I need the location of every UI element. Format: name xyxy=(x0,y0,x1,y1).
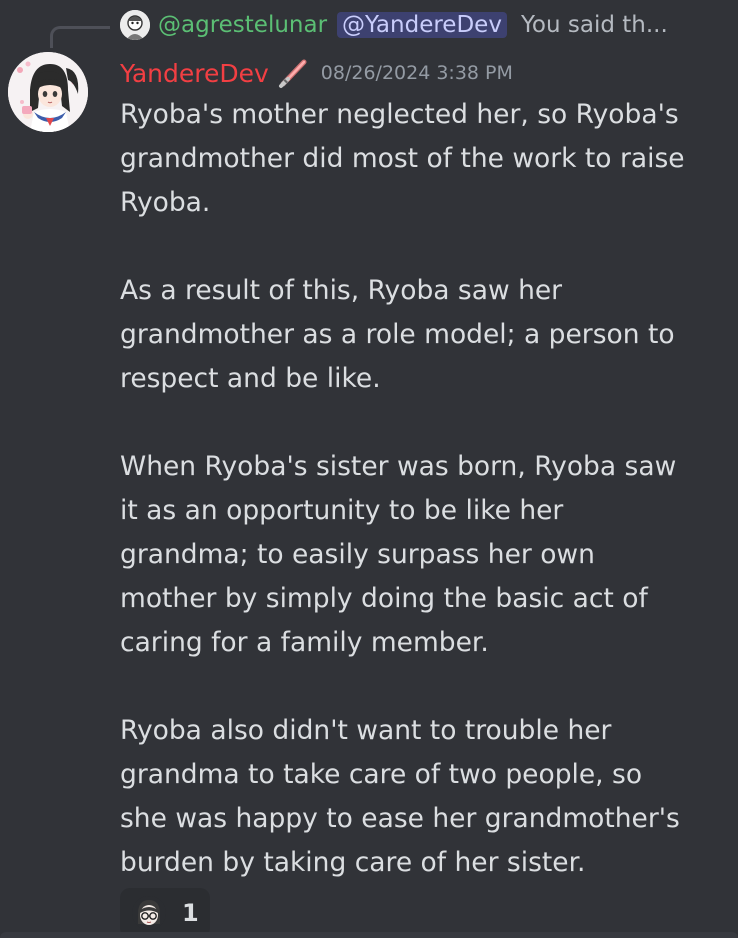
reply-mention[interactable]: @YandereDev xyxy=(337,12,507,38)
author-avatar[interactable] xyxy=(8,52,88,132)
reply-reference[interactable]: @agrestelunar @YandereDev You said th... xyxy=(120,8,668,42)
reply-author-name[interactable]: @agrestelunar xyxy=(158,12,327,38)
chat-message: @agrestelunar @YandereDev You said th... xyxy=(0,0,738,938)
reply-connector-line xyxy=(50,26,110,48)
message-line: mother by simply doing the basic act of xyxy=(120,583,648,614)
message-line: burden by taking care of her sister. xyxy=(120,847,586,878)
message-line: Ryoba. xyxy=(120,187,211,218)
message-line: grandmother as a role model; a person to xyxy=(120,319,675,350)
message-timestamp[interactable]: 08/26/2024 3:38 PM xyxy=(321,62,513,84)
message-line: caring for a family member. xyxy=(120,627,489,658)
message-line: Ryoba also didn't want to trouble her xyxy=(120,715,612,746)
message-line: Ryoba's mother neglected her, so Ryoba's xyxy=(120,99,679,130)
message-line: grandma to take care of two people, so xyxy=(120,759,643,790)
next-message-edge xyxy=(0,932,738,938)
message-line: grandma; to easily surpass her own xyxy=(120,539,595,570)
reaction-count: 1 xyxy=(182,899,199,927)
message-line: she was happy to ease her grandmother's xyxy=(120,803,680,834)
lightsaber-icon[interactable] xyxy=(277,57,309,89)
anime-face-emoji-icon xyxy=(132,896,166,930)
reaction-button[interactable]: 1 xyxy=(120,888,210,938)
message-content: Ryoba's mother neglected her, so Ryoba's… xyxy=(120,93,720,885)
message-line: it as an opportunity to be like her xyxy=(120,495,564,526)
reply-preview-text[interactable]: You said th... xyxy=(521,12,668,38)
reply-author-avatar[interactable] xyxy=(120,10,150,40)
message-line: When Ryoba's sister was born, Ryoba saw xyxy=(120,451,677,482)
message-line: As a result of this, Ryoba saw her xyxy=(120,275,563,306)
message-line: respect and be like. xyxy=(120,363,381,394)
author-username[interactable]: YandereDev xyxy=(120,59,269,88)
message-line: grandmother did most of the work to rais… xyxy=(120,143,685,174)
message-header: YandereDev 08/26/2024 3:38 PM xyxy=(120,54,513,92)
